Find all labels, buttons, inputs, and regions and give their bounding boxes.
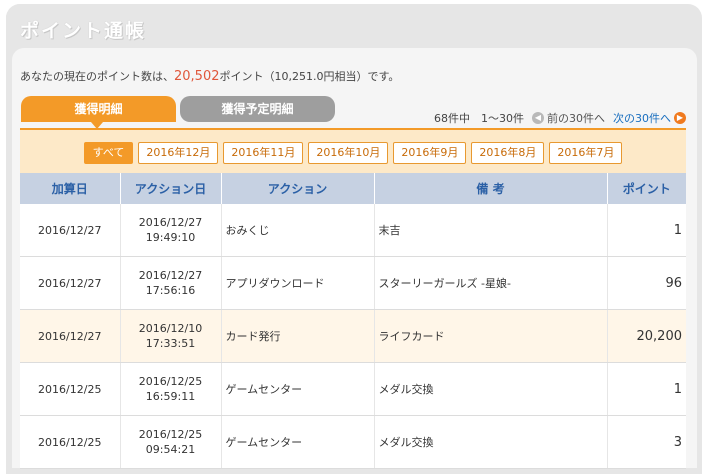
col-header-note: 備 考 bbox=[374, 173, 608, 204]
balance-summary: あなたの現在のポイント数は、20,502ポイント（10,251.0円相当）です。 bbox=[20, 68, 399, 84]
note-cell: ライフカード bbox=[374, 309, 608, 363]
action-date: 2016/12/25 bbox=[138, 428, 203, 441]
pager: 68件中 1～30件 ◀ 前の30件へ 次の30件へ ▶ bbox=[434, 110, 686, 126]
action-time: 17:56:16 bbox=[145, 284, 196, 297]
prev-page-link[interactable]: ◀ 前の30件へ bbox=[532, 110, 605, 126]
table-row: 2016/12/27 2016/12/27 19:49:10 おみくじ 末吉 1 bbox=[20, 204, 686, 257]
chevron-right-icon: ▶ bbox=[674, 112, 686, 124]
chevron-left-icon: ◀ bbox=[532, 112, 544, 124]
points-cell: 1 bbox=[607, 362, 686, 416]
points-cell: 96 bbox=[607, 256, 686, 310]
action-cell: おみくじ bbox=[221, 204, 375, 257]
table-header-row: 加算日 アクション日 アクション 備 考 ポイント bbox=[20, 173, 686, 204]
filter-2016-07[interactable]: 2016年7月 bbox=[549, 142, 623, 164]
col-header-points: ポイント bbox=[607, 173, 686, 204]
tab-earned-details[interactable]: 獲得明細 bbox=[21, 96, 176, 122]
added-date-cell: 2016/12/25 bbox=[20, 415, 121, 469]
action-cell: カード発行 bbox=[221, 309, 375, 363]
next-page-link[interactable]: 次の30件へ ▶ bbox=[613, 110, 686, 126]
action-time: 17:33:51 bbox=[145, 337, 196, 350]
action-cell: ゲームセンター bbox=[221, 362, 375, 416]
action-cell: ゲームセンター bbox=[221, 415, 375, 469]
note-cell: スターリーガールズ -星娘- bbox=[374, 256, 608, 310]
action-date: 2016/12/27 bbox=[138, 269, 203, 282]
note-cell: メダル交換 bbox=[374, 415, 608, 469]
added-date-cell: 2016/12/27 bbox=[20, 309, 121, 363]
points-history-table: 加算日 アクション日 アクション 備 考 ポイント 2016/12/27 201… bbox=[20, 173, 686, 469]
action-datetime-cell: 2016/12/27 19:49:10 bbox=[120, 204, 222, 257]
table-row: 2016/12/27 2016/12/27 17:56:16 アプリダウンロード … bbox=[20, 256, 686, 310]
action-time: 19:49:10 bbox=[145, 231, 196, 244]
pager-summary: 68件中 1～30件 bbox=[434, 112, 524, 125]
added-date-cell: 2016/12/27 bbox=[20, 204, 121, 257]
prev-page-label: 前の30件へ bbox=[547, 112, 605, 125]
note-cell: 末吉 bbox=[374, 204, 608, 257]
action-cell: アプリダウンロード bbox=[221, 256, 375, 310]
col-header-added-date: 加算日 bbox=[20, 173, 121, 204]
table-row: 2016/12/25 2016/12/25 09:54:21 ゲームセンター メダ… bbox=[20, 415, 686, 469]
next-page-label: 次の30件へ bbox=[613, 112, 671, 125]
filter-2016-12[interactable]: 2016年12月 bbox=[138, 142, 219, 164]
action-datetime-cell: 2016/12/10 17:33:51 bbox=[120, 309, 222, 363]
table-row: 2016/12/27 2016/12/10 17:33:51 カード発行 ライフカ… bbox=[20, 309, 686, 363]
col-header-action-date: アクション日 bbox=[120, 173, 222, 204]
added-date-cell: 2016/12/27 bbox=[20, 256, 121, 310]
filter-2016-10[interactable]: 2016年10月 bbox=[308, 142, 389, 164]
balance-prefix: あなたの現在のポイント数は、 bbox=[20, 70, 174, 83]
filter-2016-11[interactable]: 2016年11月 bbox=[223, 142, 304, 164]
action-date: 2016/12/25 bbox=[138, 375, 203, 388]
action-date: 2016/12/10 bbox=[138, 322, 203, 335]
action-datetime-cell: 2016/12/25 16:59:11 bbox=[120, 362, 222, 416]
added-date-cell: 2016/12/25 bbox=[20, 362, 121, 416]
balance-points: 20,502 bbox=[174, 69, 220, 84]
filter-2016-08[interactable]: 2016年8月 bbox=[471, 142, 545, 164]
month-filter-bar: すべて 2016年12月 2016年11月 2016年10月 2016年9月 2… bbox=[20, 128, 686, 174]
filter-2016-09[interactable]: 2016年9月 bbox=[393, 142, 467, 164]
points-cell: 20,200 bbox=[607, 309, 686, 363]
col-header-action: アクション bbox=[221, 173, 375, 204]
filter-all[interactable]: すべて bbox=[83, 142, 134, 164]
action-date: 2016/12/27 bbox=[138, 216, 203, 229]
action-datetime-cell: 2016/12/27 17:56:16 bbox=[120, 256, 222, 310]
action-time: 09:54:21 bbox=[145, 443, 196, 456]
balance-suffix: ポイント（10,251.0円相当）です。 bbox=[219, 70, 400, 83]
table-row: 2016/12/25 2016/12/25 16:59:11 ゲームセンター メダ… bbox=[20, 362, 686, 416]
action-datetime-cell: 2016/12/25 09:54:21 bbox=[120, 415, 222, 469]
points-cell: 1 bbox=[607, 204, 686, 257]
tab-scheduled-details[interactable]: 獲得予定明細 bbox=[180, 96, 335, 122]
note-cell: メダル交換 bbox=[374, 362, 608, 416]
action-time: 16:59:11 bbox=[145, 390, 196, 403]
points-cell: 3 bbox=[607, 415, 686, 469]
page-title: ポイント通帳 bbox=[20, 20, 147, 42]
